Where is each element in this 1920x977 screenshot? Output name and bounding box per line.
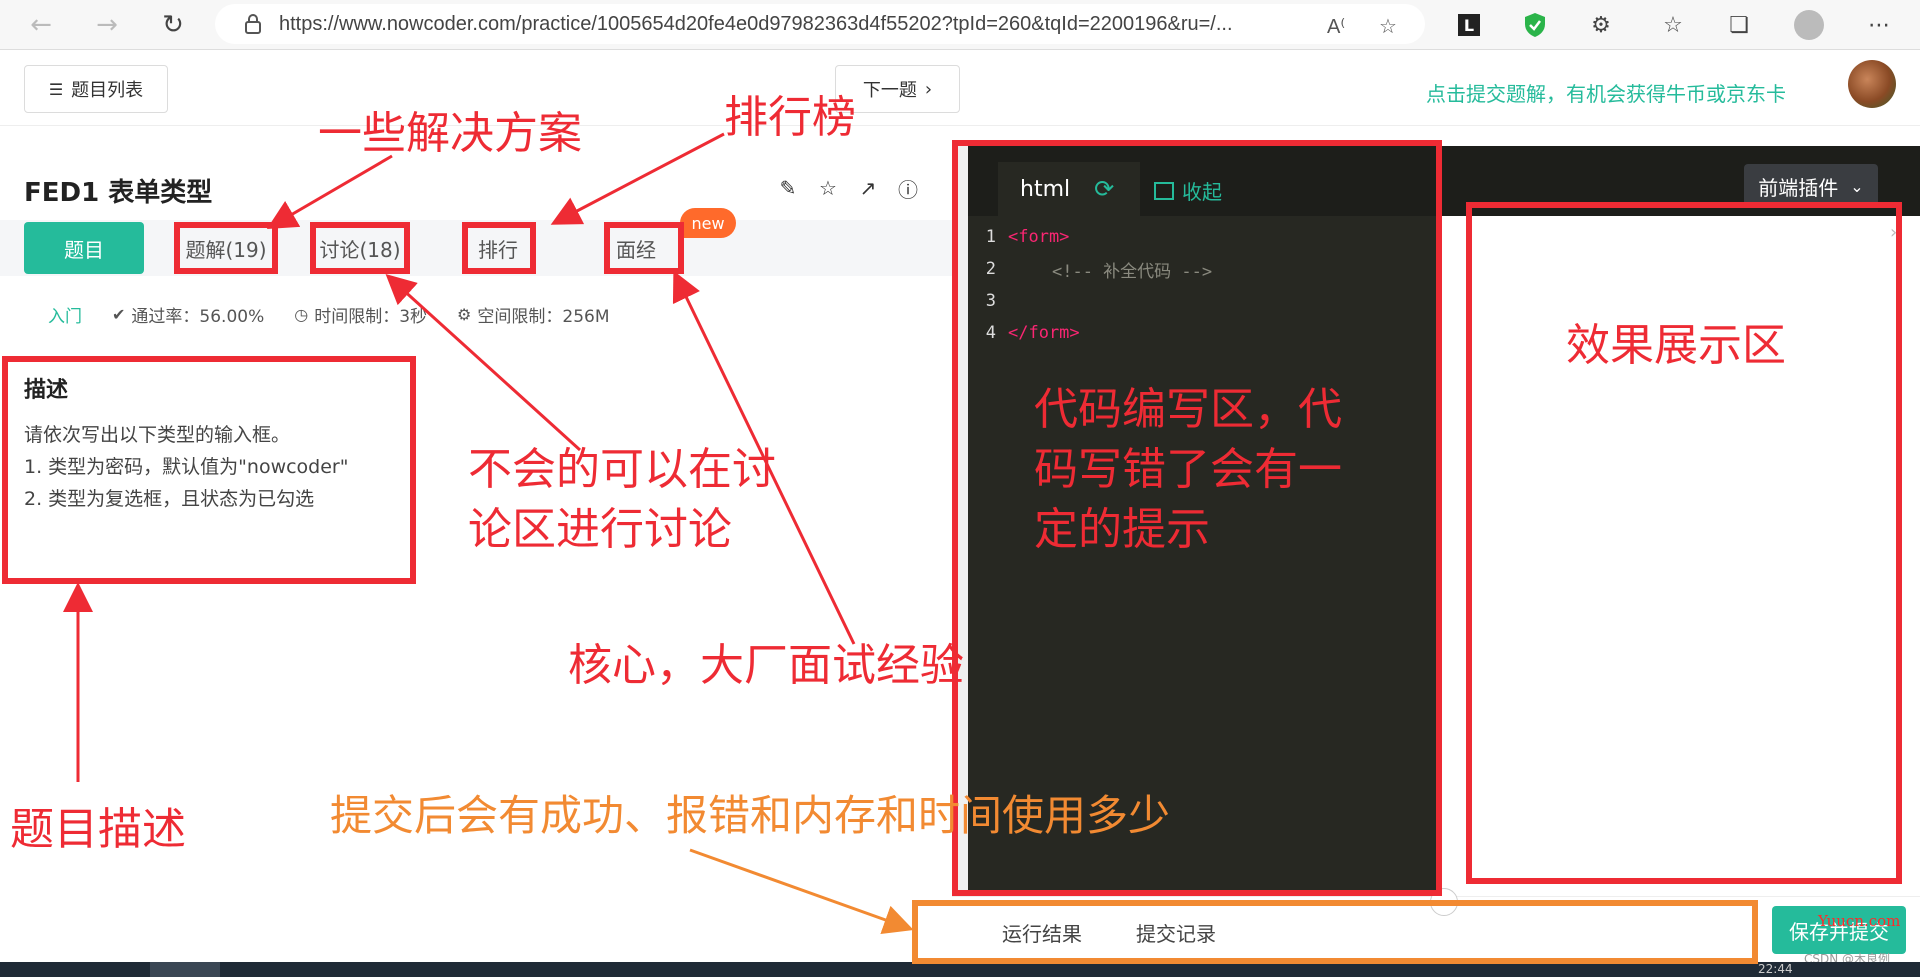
more-menu-icon[interactable]: ⋯ — [1862, 8, 1896, 42]
annotation-code-2: 码写错了会有一 — [1034, 444, 1342, 495]
forward-arrow-icon[interactable]: → — [88, 6, 126, 44]
annotation-discuss-1: 不会的可以在讨 — [468, 444, 776, 495]
new-badge: new — [680, 208, 736, 238]
promo-link[interactable]: 点击提交题解，有机会获得牛币或京东卡 — [1426, 78, 1786, 107]
annotation-box-preview — [1466, 202, 1902, 884]
share-icon[interactable]: ↗ — [856, 176, 880, 200]
browser-toolbar: ← → ↻ https://www.nowcoder.com/practice/… — [0, 0, 1920, 50]
annotation-box-ranking — [462, 222, 536, 274]
next-problem-label: 下一题 — [862, 80, 917, 101]
annotation-box-description — [2, 356, 416, 584]
space-limit-text: 空间限制：256M — [477, 307, 610, 327]
problem-list-button[interactable]: ☰ 题目列表 — [24, 65, 168, 113]
annotation-discuss-2: 论区进行讨论 — [468, 504, 732, 555]
problem-meta: 入门 ✔ 通过率：56.00% ◷ 时间限制：3秒 ⚙ 空间限制：256M — [48, 302, 640, 327]
favorites-list-icon[interactable]: ☆ — [1656, 8, 1690, 42]
taskbar-item[interactable] — [150, 962, 220, 977]
annotation-leaderboard: 排行榜 — [724, 92, 856, 143]
favorite-add-icon[interactable]: ☆ — [1379, 14, 1397, 39]
os-taskbar — [0, 962, 1920, 977]
tab-problem[interactable]: 题目 — [24, 222, 144, 274]
plugin-label: 前端插件 — [1758, 175, 1839, 200]
star-icon[interactable]: ☆ — [816, 176, 840, 200]
title-toolbar: ✎ ☆ ↗ ⓘ — [776, 176, 920, 202]
annotation-box-solutions — [174, 222, 278, 274]
read-aloud-icon[interactable]: A⁽ — [1327, 14, 1345, 39]
time-limit: ◷ 时间限制：3秒 — [294, 302, 427, 327]
difficulty-badge: 入门 — [48, 307, 82, 327]
shield-icon[interactable] — [1518, 8, 1552, 42]
annotation-description: 题目描述 — [10, 804, 186, 855]
annotation-box-result — [912, 900, 1758, 964]
back-arrow-icon[interactable]: ← — [22, 6, 60, 44]
avatar[interactable] — [1848, 60, 1896, 108]
annotation-preview: 效果展示区 — [1566, 320, 1786, 371]
problem-title: FED1 表单类型 — [24, 178, 213, 208]
address-bar[interactable]: https://www.nowcoder.com/practice/100565… — [215, 4, 1425, 44]
annotation-code-1: 代码编写区，代 — [1034, 384, 1342, 435]
check-circle-icon: ✔ — [112, 305, 126, 324]
arrow-solutions — [266, 154, 393, 230]
annotation-submit-info: 提交后会有成功、报错和内存和时间使用多少 — [330, 791, 1171, 840]
clock: 22:44 — [1758, 962, 1793, 976]
annotation-box-interview — [604, 222, 684, 274]
report-icon[interactable]: ⓘ — [896, 176, 920, 202]
clock-icon: ◷ — [294, 305, 309, 324]
url-text: https://www.nowcoder.com/practice/100565… — [279, 12, 1233, 35]
page-header: ☰ 题目列表 下一题 › 点击提交题解，有机会获得牛币或京东卡 — [0, 50, 1920, 126]
chevron-down-icon: ⌄ — [1850, 176, 1864, 196]
annotation-box-discussion — [310, 222, 410, 274]
annotation-solutions: 一些解决方案 — [318, 108, 582, 159]
profile-icon[interactable] — [1792, 8, 1826, 42]
pass-rate-text: 通过率：56.00% — [131, 307, 265, 327]
lock-icon — [245, 14, 261, 34]
collections-icon[interactable]: ❏ — [1722, 8, 1756, 42]
pass-rate: ✔ 通过率：56.00% — [112, 302, 264, 327]
extension-l-icon[interactable]: L — [1452, 8, 1486, 42]
arrow-result — [689, 848, 914, 935]
chevron-right-icon: › — [924, 78, 933, 100]
time-limit-text: 时间限制：3秒 — [314, 307, 428, 327]
space-limit: ⚙ 空间限制：256M — [457, 302, 609, 327]
chip-icon: ⚙ — [457, 305, 472, 324]
annotation-code-3: 定的提示 — [1034, 504, 1210, 555]
annotation-interview: 核心，大厂面试经验 — [568, 640, 964, 691]
watermark: Yuucn.com — [1818, 912, 1901, 930]
list-icon: ☰ — [48, 79, 64, 99]
problem-list-label: 题目列表 — [71, 80, 144, 101]
edit-icon[interactable]: ✎ — [776, 176, 800, 200]
refresh-icon[interactable]: ↻ — [154, 6, 192, 44]
puzzle-icon[interactable]: ⚙ — [1584, 8, 1618, 42]
